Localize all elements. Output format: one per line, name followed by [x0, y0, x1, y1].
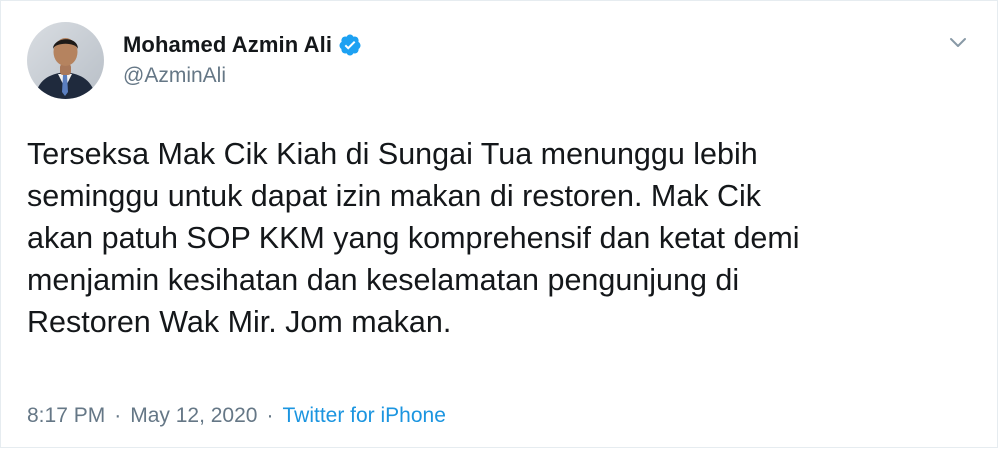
meta-separator: · — [114, 404, 122, 427]
more-options-button[interactable] — [945, 29, 971, 55]
avatar[interactable] — [27, 22, 104, 99]
avatar-image — [27, 22, 104, 99]
user-handle[interactable]: @AzminAli — [123, 64, 226, 88]
tweet-text: Terseksa Mak Cik Kiah di Sungai Tua menu… — [27, 137, 800, 339]
tweet-time[interactable]: 8:17 PM — [27, 404, 105, 428]
tweet-date[interactable]: May 12, 2020 — [130, 404, 257, 428]
author-name-row: Mohamed Azmin Ali — [123, 32, 362, 58]
tweet-source-link[interactable]: Twitter for iPhone — [282, 404, 445, 428]
meta-separator: · — [266, 404, 274, 427]
tweet-card: Mohamed Azmin Ali @AzminAli Terseksa Mak… — [0, 0, 998, 448]
tweet-metadata: 8:17 PM · May 12, 2020 · Twitter for iPh… — [27, 404, 446, 428]
verified-badge-icon — [338, 33, 362, 57]
display-name[interactable]: Mohamed Azmin Ali — [123, 32, 332, 58]
chevron-down-icon — [950, 38, 966, 47]
